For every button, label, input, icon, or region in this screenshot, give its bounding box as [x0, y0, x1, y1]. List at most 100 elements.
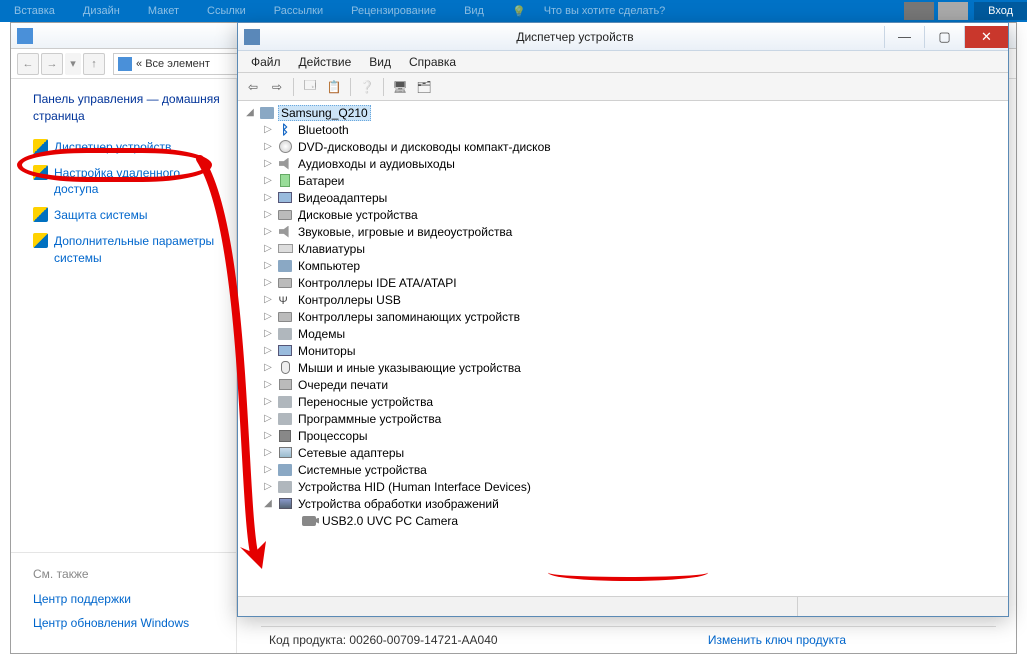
tree-node-label: Компьютер: [296, 259, 362, 273]
tree-device-node[interactable]: USB2.0 UVC PC Camera: [242, 512, 1004, 529]
tree-root-node[interactable]: ◢Samsung_Q210: [242, 104, 1004, 121]
minimize-button[interactable]: —: [884, 26, 924, 48]
tree-category-node[interactable]: ▷Очереди печати: [242, 376, 1004, 393]
tree-node-label: Видеоадаптеры: [296, 191, 389, 205]
tree-category-node[interactable]: ▷Аудиовходы и аудиовыходы: [242, 155, 1004, 172]
ribbon-tab[interactable]: Рассылки: [260, 5, 337, 17]
tree-category-node[interactable]: ▷Мыши и иные указывающие устройства: [242, 359, 1004, 376]
bt-icon: ᛒ: [277, 122, 293, 138]
lightbulb-icon: 💡: [498, 5, 540, 18]
nav-history-button[interactable]: ▾: [65, 53, 81, 75]
nav-up-button[interactable]: ↑: [83, 53, 105, 75]
tree-category-node[interactable]: ◢Устройства обработки изображений: [242, 495, 1004, 512]
menu-view[interactable]: Вид: [360, 53, 400, 71]
expand-icon[interactable]: ▷: [262, 328, 274, 339]
tree-category-node[interactable]: ▷ Компьютер: [242, 257, 1004, 274]
menu-action[interactable]: Действие: [290, 53, 361, 71]
batt-icon: [277, 173, 293, 189]
ribbon-options-button[interactable]: [938, 2, 968, 20]
tree-category-node[interactable]: ▷Мониторы: [242, 342, 1004, 359]
maximize-button[interactable]: ▢: [924, 26, 964, 48]
expand-icon[interactable]: ▷: [262, 430, 274, 441]
toolbar-back-button[interactable]: ⇦: [242, 76, 264, 98]
sidebar-link-protection[interactable]: Защита системы: [33, 207, 226, 223]
close-button[interactable]: ✕: [964, 26, 1008, 48]
expand-icon[interactable]: ▷: [262, 158, 274, 169]
cpu-icon: [277, 428, 293, 444]
tree-node-label: Звуковые, игровые и видеоустройства: [296, 225, 514, 239]
expand-icon[interactable]: ▷: [262, 379, 274, 390]
toolbar-fwd-button[interactable]: ⇨: [266, 76, 288, 98]
sidebar-link-remote[interactable]: Настройка удаленного доступа: [33, 165, 226, 197]
ribbon-tab[interactable]: Рецензирование: [337, 5, 450, 17]
expand-icon[interactable]: ◢: [262, 498, 274, 509]
sidebar-heading[interactable]: Панель управления — домашняя страница: [33, 91, 226, 125]
expand-icon[interactable]: ▷: [262, 260, 274, 271]
expand-icon[interactable]: ▷: [262, 413, 274, 424]
ribbon-tab[interactable]: Ссылки: [193, 5, 260, 17]
usb-icon: [277, 292, 293, 308]
expand-icon[interactable]: ▷: [262, 141, 274, 152]
expand-icon[interactable]: ▷: [262, 209, 274, 220]
sign-in-button[interactable]: Вход: [974, 2, 1027, 20]
sidebar-link-windows-update[interactable]: Центр обновления Windows: [33, 615, 226, 631]
tree-category-node[interactable]: ▷Батареи: [242, 172, 1004, 189]
tree-category-node[interactable]: ▷Контроллеры IDE ATA/ATAPI: [242, 274, 1004, 291]
tree-category-node[interactable]: ▷Системные устройства: [242, 461, 1004, 478]
sidebar-link-advanced[interactable]: Дополнительные параметры системы: [33, 233, 226, 265]
expand-icon[interactable]: ▷: [262, 192, 274, 203]
expand-icon[interactable]: ▷: [262, 226, 274, 237]
tree-category-node[interactable]: ▷Переносные устройства: [242, 393, 1004, 410]
expand-icon[interactable]: ▷: [262, 362, 274, 373]
device-manager-titlebar[interactable]: Диспетчер устройств — ▢ ✕: [238, 23, 1008, 51]
tree-category-node[interactable]: ▷Сетевые адаптеры: [242, 444, 1004, 461]
expand-icon[interactable]: ▷: [262, 396, 274, 407]
ribbon-collapse-button[interactable]: [904, 2, 934, 20]
tree-category-node[interactable]: ▷Дисковые устройства: [242, 206, 1004, 223]
tell-me-search[interactable]: Что вы хотите сделать?: [544, 5, 680, 17]
statusbar: [238, 596, 1008, 616]
collapse-icon[interactable]: ◢: [244, 107, 256, 118]
nav-fwd-button[interactable]: →: [41, 53, 63, 75]
toolbar-properties-button[interactable]: 📋: [323, 76, 345, 98]
toolbar-help-button[interactable]: ❔: [356, 76, 378, 98]
sidebar-link-action-center[interactable]: Центр поддержки: [33, 591, 226, 607]
tree-category-node[interactable]: ▷Клавиатуры: [242, 240, 1004, 257]
tree-category-node[interactable]: ▷Модемы: [242, 325, 1004, 342]
ribbon-tab[interactable]: Вставка: [0, 5, 69, 17]
tree-category-node[interactable]: ▷Программные устройства: [242, 410, 1004, 427]
mon-icon: [277, 343, 293, 359]
expand-icon[interactable]: ▷: [262, 294, 274, 305]
tree-category-node[interactable]: ▷ᛒBluetooth: [242, 121, 1004, 138]
menu-file[interactable]: Файл: [242, 53, 290, 71]
tree-category-node[interactable]: ▷DVD-дисководы и дисководы компакт-диско…: [242, 138, 1004, 155]
device-tree[interactable]: ◢Samsung_Q210▷ᛒBluetooth▷DVD-дисководы и…: [238, 101, 1008, 616]
nav-back-button[interactable]: ←: [17, 53, 39, 75]
tree-category-node[interactable]: ▷Процессоры: [242, 427, 1004, 444]
toolbar-scan-button[interactable]: 🖥: [389, 76, 411, 98]
expand-icon[interactable]: ▷: [262, 243, 274, 254]
toolbar-show-hidden-button[interactable]: 🗂: [413, 76, 435, 98]
expand-icon[interactable]: ▷: [262, 175, 274, 186]
generic-icon: [277, 394, 293, 410]
sidebar-link-device-manager[interactable]: Диспетчер устройств: [33, 139, 226, 155]
expand-icon[interactable]: ▷: [262, 311, 274, 322]
expand-icon[interactable]: ▷: [262, 447, 274, 458]
tree-category-node[interactable]: ▷Контроллеры USB: [242, 291, 1004, 308]
ribbon-tab[interactable]: Макет: [134, 5, 193, 17]
expand-icon[interactable]: ▷: [262, 345, 274, 356]
menu-help[interactable]: Справка: [400, 53, 465, 71]
tree-category-node[interactable]: ▷ Звуковые, игровые и видеоустройства: [242, 223, 1004, 240]
tree-category-node[interactable]: ▷ Видеоадаптеры: [242, 189, 1004, 206]
img-icon: [277, 496, 293, 512]
expand-icon[interactable]: ▷: [262, 464, 274, 475]
expand-icon[interactable]: ▷: [262, 277, 274, 288]
tree-category-node[interactable]: ▷Устройства HID (Human Interface Devices…: [242, 478, 1004, 495]
expand-icon[interactable]: ▷: [262, 481, 274, 492]
ribbon-tab[interactable]: Дизайн: [69, 5, 134, 17]
tree-category-node[interactable]: ▷Контроллеры запоминающих устройств: [242, 308, 1004, 325]
ribbon-tab[interactable]: Вид: [450, 5, 498, 17]
expand-icon[interactable]: ▷: [262, 124, 274, 135]
toolbar-up-button[interactable]: 🗔: [299, 76, 321, 98]
change-product-key-link[interactable]: Изменить ключ продукта: [708, 633, 846, 647]
